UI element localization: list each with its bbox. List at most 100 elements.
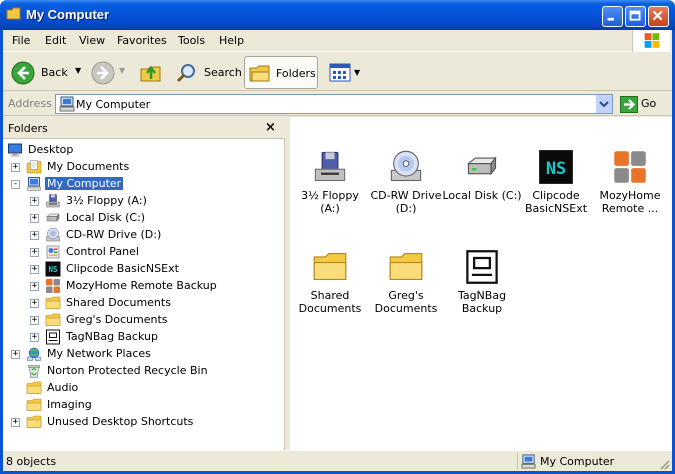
item-label-line1: Shared	[310, 289, 350, 302]
window-title: My Computer	[26, 7, 110, 22]
drive-item[interactable]: CD-RW Drive (D:)	[366, 149, 446, 219]
tree-item[interactable]: + TagNBag Backup	[3, 329, 283, 346]
address-label: Address	[8, 97, 52, 110]
tree-item-label: TagNBag Backup	[66, 330, 158, 343]
floppy-icon	[312, 149, 348, 185]
tree-item[interactable]: +3½ Floppy (A:)	[3, 193, 283, 210]
menu-edit[interactable]: Edit	[45, 34, 66, 47]
views-button[interactable]: ▼	[327, 58, 363, 87]
drive-item[interactable]: Local Disk (C:)	[442, 149, 522, 219]
tree-item[interactable]: + My Documents	[3, 159, 283, 176]
item-label: CD-RW Drive (D:)	[366, 189, 446, 215]
tree-item[interactable]: + Unused Desktop Shortcuts	[3, 414, 283, 431]
expand-icon[interactable]: +	[30, 299, 39, 308]
tree-item-label: Norton Protected Recycle Bin	[47, 364, 208, 377]
clipcode-icon: NS	[45, 261, 61, 277]
tree-item-label: Unused Desktop Shortcuts	[47, 415, 194, 428]
expand-icon[interactable]: +	[30, 265, 39, 274]
tree-item[interactable]: Norton Protected Recycle Bin	[3, 363, 283, 380]
expand-icon[interactable]: +	[30, 197, 39, 206]
menu-view[interactable]: View	[79, 34, 105, 47]
tree-item[interactable]: + Control Panel	[3, 244, 283, 261]
collapse-icon[interactable]: -	[11, 180, 20, 189]
tree-item[interactable]: + My Network Places	[3, 346, 283, 363]
expand-icon[interactable]: +	[30, 248, 39, 257]
tree-item[interactable]: + CD-RW Drive (D:)	[3, 227, 283, 244]
drive-item[interactable]: TagNBag Backup	[442, 249, 522, 319]
tree-item[interactable]: + MozyHome Remote Backup	[3, 278, 283, 295]
tree-item[interactable]: Imaging	[3, 397, 283, 414]
tree-item[interactable]: + Greg's Documents	[3, 312, 283, 329]
search-button[interactable]: Search	[173, 56, 242, 89]
tree-item-label: Control Panel	[66, 245, 139, 258]
item-label-line1: Greg's	[388, 289, 424, 302]
maximize-button[interactable]	[625, 6, 646, 27]
go-arrow-icon[interactable]	[620, 96, 638, 113]
title-bar[interactable]: My Computer	[0, 0, 675, 30]
close-icon[interactable]: ×	[265, 120, 276, 135]
network-icon	[26, 346, 42, 362]
tree-item[interactable]: + NS Clipcode BasicNSExt	[3, 261, 283, 278]
folder-icon	[26, 414, 42, 430]
go-button[interactable]: Go	[641, 97, 656, 110]
item-label: Shared Documents	[290, 289, 370, 315]
folder-icon	[26, 380, 42, 396]
folder-icon	[45, 312, 61, 328]
folder-icon	[45, 295, 61, 311]
tree-item[interactable]: - My Computer	[3, 176, 283, 193]
close-button[interactable]	[648, 6, 669, 27]
mozy-icon	[45, 278, 61, 294]
control-panel-icon	[45, 244, 61, 260]
drive-item[interactable]: Greg's Documents	[366, 249, 446, 319]
tree-item-label: 3½ Floppy (A:)	[66, 194, 147, 207]
expand-icon[interactable]: +	[30, 214, 39, 223]
item-label: 3½ Floppy (A:)	[290, 189, 370, 215]
expand-icon[interactable]: +	[30, 231, 39, 240]
resize-grip-icon[interactable]	[658, 458, 670, 470]
back-button[interactable]: Back ▼	[9, 56, 92, 89]
menu-tools[interactable]: Tools	[178, 34, 205, 47]
forward-arrow-icon	[91, 61, 115, 85]
item-label-line1: Local Disk (C:)	[442, 189, 522, 202]
address-dropdown-button[interactable]	[595, 95, 612, 113]
drive-item[interactable]: Shared Documents	[290, 249, 370, 319]
menu-help[interactable]: Help	[219, 34, 244, 47]
chevron-down-icon[interactable]: ▼	[75, 66, 81, 75]
tree-item-label: Greg's Documents	[66, 313, 168, 326]
expand-icon[interactable]: +	[30, 282, 39, 291]
folders-pane-header: Folders ×	[3, 117, 285, 139]
tree-item[interactable]: + Shared Documents	[3, 295, 283, 312]
drive-item[interactable]: MozyHome Remote ...	[590, 149, 670, 219]
drive-item[interactable]: NS Clipcode BasicNSExt	[516, 149, 596, 219]
views-icon	[329, 63, 351, 82]
tree-item[interactable]: + Local Disk (C:)	[3, 210, 283, 227]
tree-item-label: My Network Places	[47, 347, 151, 360]
address-input[interactable]: My Computer	[55, 94, 613, 114]
tree-item-label: Shared Documents	[66, 296, 171, 309]
mozy-icon	[612, 149, 648, 185]
item-label-line1: CD-RW Drive	[370, 189, 442, 202]
expand-icon[interactable]: +	[30, 333, 39, 342]
tree-item[interactable]: Audio	[3, 380, 283, 397]
menu-favorites[interactable]: Favorites	[117, 34, 167, 47]
my-documents-icon	[26, 159, 42, 175]
minimize-button[interactable]	[602, 6, 623, 27]
chevron-down-icon[interactable]: ▼	[119, 66, 125, 75]
back-arrow-icon	[11, 61, 35, 85]
expand-icon[interactable]: +	[11, 163, 20, 172]
up-folder-icon[interactable]	[139, 60, 163, 84]
status-bar: 8 objects My Computer	[3, 450, 672, 471]
tree-item-label: Audio	[47, 381, 79, 394]
menu-file[interactable]: File	[12, 34, 30, 47]
expand-icon[interactable]: +	[11, 350, 20, 359]
expand-icon[interactable]: +	[11, 418, 20, 427]
cd-drive-icon	[388, 149, 424, 185]
drive-item[interactable]: 3½ Floppy (A:)	[290, 149, 370, 219]
item-label-line2: Backup	[461, 302, 503, 315]
desktop-icon	[7, 142, 23, 158]
expand-icon[interactable]: +	[30, 316, 39, 325]
forward-button[interactable]: ▼	[89, 56, 131, 89]
tree-item[interactable]: Desktop	[3, 142, 283, 159]
folders-button[interactable]: Folders	[244, 56, 318, 89]
chevron-down-icon[interactable]: ▼	[354, 68, 360, 77]
